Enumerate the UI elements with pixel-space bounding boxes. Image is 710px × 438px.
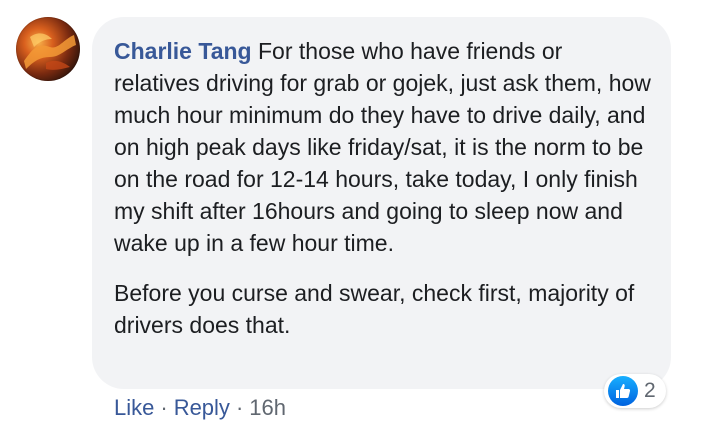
comment-bubble: Charlie Tang For those who have friends …: [92, 17, 671, 389]
comment-paragraph-1: Charlie Tang For those who have friends …: [114, 35, 654, 259]
separator-dot: ·: [160, 395, 168, 420]
avatar[interactable]: [16, 17, 80, 81]
like-button[interactable]: Like: [114, 395, 154, 420]
avatar-image: [24, 33, 76, 70]
comment-actions: Like · Reply · 16h: [114, 393, 286, 423]
reaction-summary[interactable]: 2: [604, 374, 666, 408]
comment-body-text: For those who have friends or relatives …: [114, 38, 651, 256]
separator-dot: ·: [235, 395, 244, 420]
reply-button[interactable]: Reply: [174, 395, 230, 420]
reaction-count: 2: [644, 379, 656, 402]
comment-paragraph-2: Before you curse and swear, check first,…: [114, 280, 635, 338]
timestamp[interactable]: 16h: [249, 395, 286, 420]
like-icon: [608, 376, 638, 406]
author-name-link[interactable]: Charlie Tang: [114, 38, 252, 64]
